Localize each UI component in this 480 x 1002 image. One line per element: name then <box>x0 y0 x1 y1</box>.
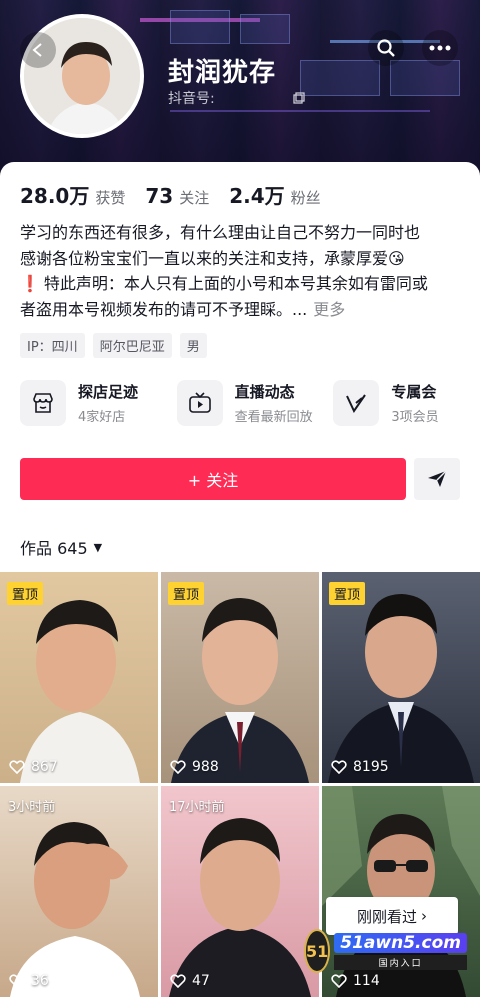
heart-icon <box>170 974 186 988</box>
douyin-id-label: 抖音号: <box>168 91 215 107</box>
posted-time: 3小时前 <box>8 800 56 815</box>
video-likes: 114 <box>331 973 380 989</box>
video-likes: 36 <box>9 973 49 989</box>
profile-bio[interactable]: 学习的东西还有很多，有什么理由让自己不努力一同时也 感谢各位粉宝宝们一直以来的关… <box>20 220 465 322</box>
bio-line: ❗ 特此声明：本人只有上面的小号和本号其余如有雷同或 <box>20 271 465 297</box>
stat-label: 获赞 <box>95 189 126 207</box>
pinned-badge: 置顶 <box>168 582 205 605</box>
stat-value: 73 <box>145 184 174 208</box>
copy-icon[interactable] <box>293 92 305 104</box>
profile-tags: IP：四川 阿尔巴尼亚 男 <box>20 333 207 358</box>
share-button[interactable] <box>414 458 460 500</box>
stat-following[interactable]: 73 关注 <box>145 184 209 208</box>
search-button[interactable] <box>368 30 404 66</box>
video-likes: 8195 <box>331 759 389 775</box>
posted-time: 17小时前 <box>169 800 225 815</box>
likes-count: 47 <box>192 973 210 989</box>
search-icon <box>377 39 395 57</box>
bio-line: 感谢各位粉宝宝们一直以来的关注和支持，承蒙厚爱😘 <box>20 246 465 272</box>
send-icon <box>428 470 447 487</box>
chevron-left-icon <box>32 43 42 57</box>
heart-icon <box>9 974 25 988</box>
back-button[interactable] <box>20 32 56 68</box>
stat-label: 关注 <box>179 189 210 207</box>
tag-gender: 男 <box>179 333 207 358</box>
video-thumbnail[interactable]: 置顶 8195 <box>322 572 480 783</box>
watermark-sub: 国内入口 <box>334 954 467 970</box>
more-options-button[interactable] <box>422 30 458 66</box>
likes-count: 36 <box>31 973 49 989</box>
follow-button[interactable]: + 关注 <box>20 458 406 500</box>
video-likes: 988 <box>170 759 219 775</box>
caret-down-icon: ▼ <box>93 540 103 554</box>
heart-icon <box>331 974 347 988</box>
stat-value: 2.4万 <box>229 184 285 208</box>
stat-followers[interactable]: 2.4万 粉丝 <box>229 180 320 209</box>
feature-live-updates[interactable]: 直播动态 查看最新回放 <box>176 380 334 426</box>
watermark-domain: 51awn5.com <box>334 932 467 953</box>
watermark-logo: 51 <box>304 929 331 973</box>
feature-membership[interactable]: 专属会 3项会员 <box>333 380 480 426</box>
feature-title: 直播动态 <box>234 383 295 401</box>
likes-count: 114 <box>353 973 380 989</box>
feature-title: 探店足迹 <box>78 383 139 401</box>
bio-text: 感谢各位粉宝宝们一直以来的关注和支持，承蒙厚爱 <box>20 248 389 268</box>
recently-viewed-label: 刚刚看过 <box>356 907 417 926</box>
feature-entries: 探店足迹 4家好店 直播动态 查看最新回放 专属会 3项会员 <box>20 380 480 426</box>
bio-more-link[interactable]: 更多 <box>313 300 345 319</box>
more-dots-icon <box>429 45 451 51</box>
video-likes: 47 <box>170 973 210 989</box>
kiss-emoji-icon: 😘 <box>388 248 405 268</box>
bio-text: 特此声明：本人只有上面的小号和本号其余如有雷同或 <box>43 274 428 293</box>
heart-icon <box>170 760 186 774</box>
video-likes: 867 <box>9 759 58 775</box>
heart-icon <box>9 760 25 774</box>
douyin-id: 抖音号: <box>168 88 305 108</box>
stat-value: 28.0万 <box>20 184 90 208</box>
feature-title: 专属会 <box>391 383 437 401</box>
v-badge-icon <box>333 380 380 426</box>
tag-school[interactable]: 阿尔巴尼亚 <box>92 333 172 358</box>
profile-stats: 28.0万 获赞 73 关注 2.4万 粉丝 <box>20 180 321 209</box>
pinned-badge: 置顶 <box>7 582 44 605</box>
heart-icon <box>331 760 347 774</box>
bio-text: 者盗用本号视频发布的请可不予理睬。... <box>20 299 308 319</box>
tag-ip: IP：四川 <box>20 333 85 358</box>
feature-subtitle: 查看最新回放 <box>234 410 313 425</box>
feature-shop-visits[interactable]: 探店足迹 4家好店 <box>20 380 177 426</box>
likes-count: 8195 <box>353 759 389 775</box>
feature-subtitle: 3项会员 <box>391 410 439 425</box>
profile-nickname: 封润犹存 <box>168 58 277 88</box>
site-watermark: 51 51awn5.com 国内入口 <box>304 928 467 974</box>
tv-icon <box>176 380 223 426</box>
works-tab[interactable]: 作品 645 ▼ <box>20 535 102 559</box>
stat-likes[interactable]: 28.0万 获赞 <box>20 180 125 209</box>
likes-count: 867 <box>31 759 58 775</box>
exclamation-icon: ❗ <box>20 274 40 293</box>
chevron-right-icon: › <box>421 907 427 925</box>
video-thumbnail[interactable]: 置顶 867 <box>0 572 158 783</box>
likes-count: 988 <box>192 759 219 775</box>
video-thumbnail[interactable]: 3小时前 36 <box>0 786 158 997</box>
video-thumbnail[interactable]: 17小时前 47 <box>161 786 319 997</box>
works-count-label: 作品 645 <box>20 539 88 558</box>
bio-line: 者盗用本号视频发布的请可不予理睬。... 更多 <box>20 297 465 323</box>
feature-subtitle: 4家好店 <box>78 410 126 425</box>
video-thumbnail[interactable]: 置顶 988 <box>161 572 319 783</box>
bio-line: 学习的东西还有很多，有什么理由让自己不努力一同时也 <box>20 223 421 242</box>
stat-label: 粉丝 <box>290 189 321 207</box>
store-icon <box>20 380 66 426</box>
pinned-badge: 置顶 <box>329 582 366 605</box>
